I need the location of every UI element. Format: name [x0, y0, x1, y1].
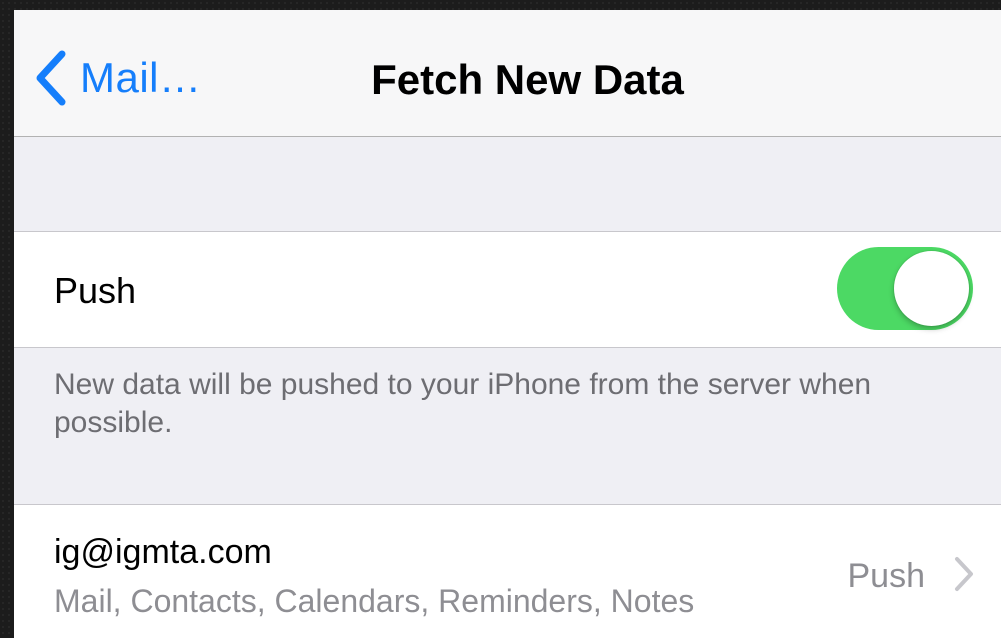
account-email: ig@igmta.com	[54, 533, 272, 571]
navigation-bar: Mail… Fetch New Data	[14, 10, 1001, 137]
push-label: Push	[54, 270, 137, 311]
page-title: Fetch New Data	[371, 56, 684, 103]
account-services: Mail, Contacts, Calendars, Reminders, No…	[54, 583, 695, 619]
toggle-knob	[894, 251, 969, 326]
account-fetch-value: Push	[847, 557, 926, 595]
chevron-right-icon	[955, 557, 973, 591]
push-footer-note: New data will be pushed to your iPhone f…	[54, 368, 872, 439]
push-toggle[interactable]	[837, 247, 973, 330]
push-row: Push	[14, 231, 1001, 348]
account-row[interactable]: ig@igmta.com Mail, Contacts, Calendars, …	[14, 504, 1001, 638]
settings-screen: Mail… Fetch New Data Push New data will …	[14, 10, 1001, 638]
device-frame: Mail… Fetch New Data Push New data will …	[0, 0, 1001, 638]
